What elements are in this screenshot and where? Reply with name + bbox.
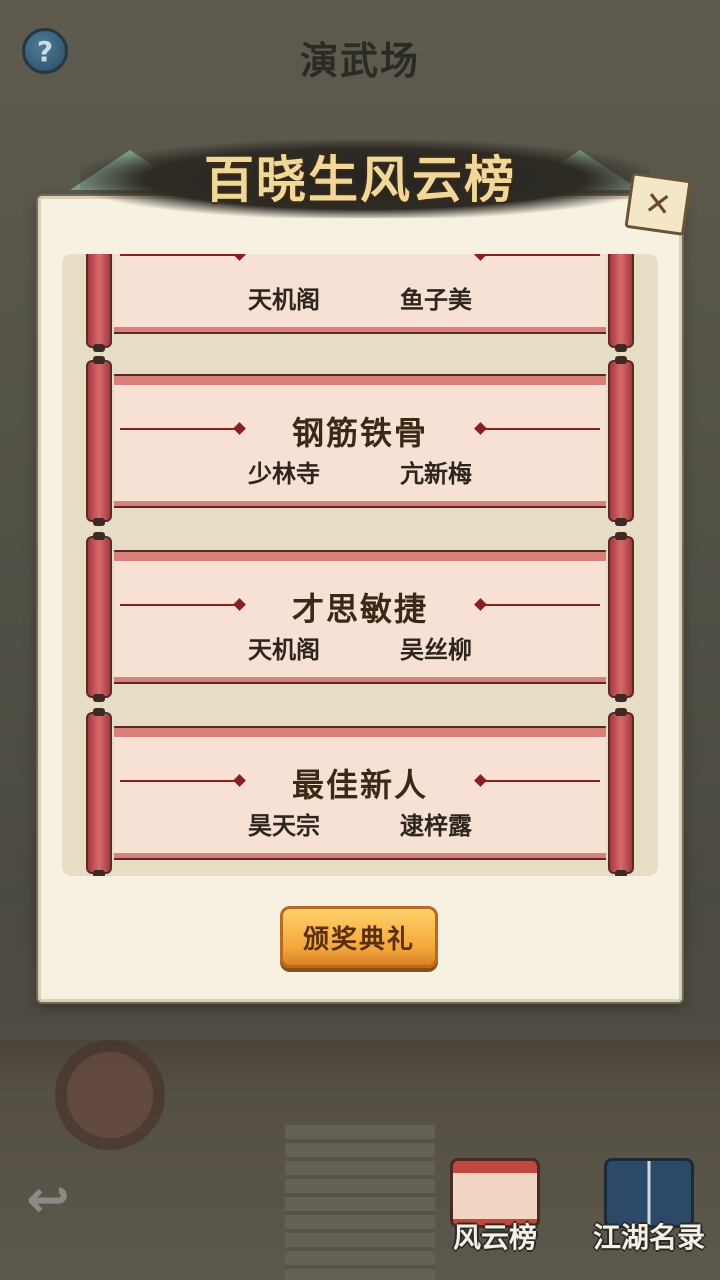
- top-bar: ? 演武场: [0, 0, 720, 110]
- award-winners: 天机阁 鱼子美: [114, 280, 606, 315]
- winner-sect: 昊天宗: [248, 812, 320, 840]
- page-title: 演武场: [299, 38, 420, 83]
- nav-directory-label: 江湖名录: [592, 1221, 705, 1254]
- nav-ranking[interactable]: 风云榜: [430, 1150, 560, 1260]
- award-scroll: 最佳新人 昊天宗 逮梓露: [86, 708, 634, 876]
- winner-name: 逮梓露: [400, 812, 472, 840]
- winner-name: 吴丝柳: [400, 636, 472, 664]
- awards-list[interactable]: 天机阁 鱼子美 钢筋铁骨 少林寺 亢新梅 才思敏捷 天机阁 吴丝柳 最佳新人 昊…: [62, 254, 658, 876]
- nav-directory[interactable]: 江湖名录: [584, 1150, 714, 1260]
- award-title: 钢筋铁骨: [291, 414, 428, 452]
- scroll-rod-right: [608, 708, 634, 876]
- award-scroll: 天机阁 鱼子美: [86, 254, 634, 352]
- scroll-rod-left: [86, 708, 112, 876]
- award-title: 才思敏捷: [291, 590, 428, 628]
- close-button[interactable]: ✕: [624, 172, 692, 236]
- award-winners: 昊天宗 逮梓露: [114, 806, 606, 841]
- award-winners: 少林寺 亢新梅: [114, 454, 606, 489]
- nav-ranking-label: 风云榜: [452, 1221, 537, 1254]
- back-button[interactable]: ↩: [16, 1170, 80, 1230]
- dialog-banner: 百晓生风云榜: [20, 122, 700, 222]
- award-title: 最佳新人: [291, 766, 428, 804]
- scroll-paper: 钢筋铁骨 少林寺 亢新梅: [114, 374, 606, 508]
- divider-line: [120, 254, 240, 256]
- winner-name: 鱼子美: [400, 286, 472, 314]
- scroll-rod-right: [608, 356, 634, 526]
- award-scroll: 才思敏捷 天机阁 吴丝柳: [86, 532, 634, 702]
- divider-line: [480, 254, 600, 256]
- scroll-rod-left: [86, 356, 112, 526]
- award-ceremony-button[interactable]: 颁奖典礼: [280, 906, 438, 968]
- scroll-rod-left: [86, 532, 112, 702]
- winner-sect: 天机阁: [248, 286, 320, 314]
- scroll-rod-right: [608, 254, 634, 352]
- scroll-paper: 才思敏捷 天机阁 吴丝柳: [114, 550, 606, 684]
- winner-name: 亢新梅: [400, 460, 472, 488]
- scroll-rod-left: [86, 254, 112, 352]
- scroll-paper: 最佳新人 昊天宗 逮梓露: [114, 726, 606, 860]
- winner-sect: 少林寺: [248, 460, 320, 488]
- dialog-title: 百晓生风云榜: [204, 150, 516, 209]
- scroll-rod-right: [608, 532, 634, 702]
- award-scroll: 钢筋铁骨 少林寺 亢新梅: [86, 356, 634, 526]
- scroll-paper: 天机阁 鱼子美: [114, 254, 606, 334]
- winner-sect: 天机阁: [248, 636, 320, 664]
- award-winners: 天机阁 吴丝柳: [114, 630, 606, 665]
